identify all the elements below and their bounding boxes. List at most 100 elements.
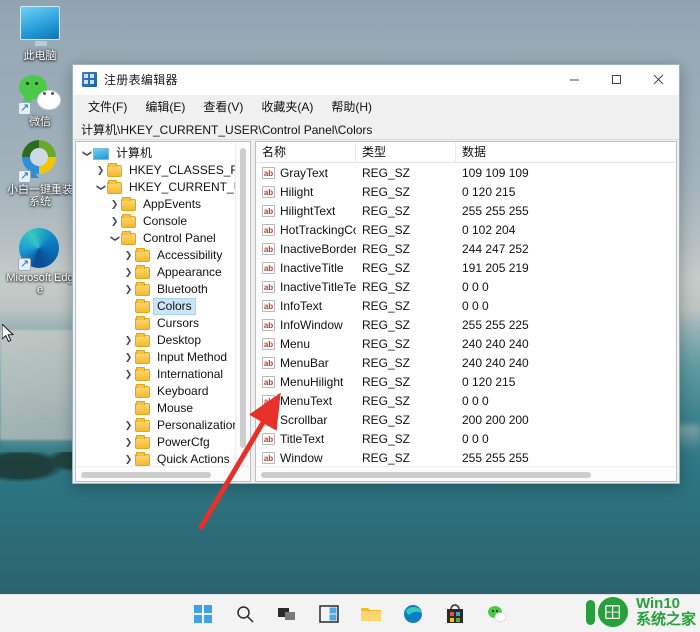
wechat-icon[interactable] <box>485 602 509 626</box>
value-row[interactable]: ab InactiveTitle REG_SZ 191 205 219 <box>256 258 676 277</box>
reinstall-tool-icon <box>18 140 61 183</box>
desktop-icon-this-pc[interactable]: 此电脑 <box>4 6 76 62</box>
value-row[interactable]: ab Menu REG_SZ 240 240 240 <box>256 334 676 353</box>
desktop-icon-edge[interactable]: Microsoft Edge <box>4 228 76 296</box>
widgets-icon[interactable] <box>317 602 341 626</box>
chevron-right-icon[interactable] <box>122 349 135 366</box>
tree-item-colors[interactable]: Colors <box>76 298 250 315</box>
tree-item-hkey-current-user[interactable]: HKEY_CURRENT_USER <box>76 179 250 196</box>
values-horizontal-scrollbar[interactable] <box>256 466 676 481</box>
tree-horizontal-scrollbar[interactable] <box>76 466 250 481</box>
chevron-right-icon[interactable] <box>122 247 135 264</box>
value-row[interactable]: ab TitleText REG_SZ 0 0 0 <box>256 429 676 448</box>
chevron-right-icon[interactable] <box>94 162 107 179</box>
chevron-right-icon[interactable] <box>122 281 135 298</box>
string-value-icon: ab <box>262 394 275 407</box>
maximize-button[interactable] <box>595 65 637 95</box>
chevron-right-icon[interactable] <box>122 366 135 383</box>
value-row[interactable]: ab InfoText REG_SZ 0 0 0 <box>256 296 676 315</box>
column-header-name[interactable]: 名称 <box>256 142 356 163</box>
menu-item-0[interactable]: 文件(F) <box>79 95 136 118</box>
task-view-icon[interactable] <box>275 602 299 626</box>
shortcut-arrow-icon <box>18 258 31 271</box>
registry-values-pane: 名称 类型 数据 ab GrayText REG_SZ 109 109 109 ab Hi… <box>255 141 677 482</box>
watermark-logo-icon <box>583 596 631 628</box>
values-hscroll-thumb[interactable] <box>261 472 591 478</box>
this-pc-monitor-icon <box>19 6 61 48</box>
value-data: 0 0 0 <box>462 393 489 408</box>
tree-scroll-thumb[interactable] <box>240 148 246 448</box>
tree-item-powercfg[interactable]: PowerCfg <box>76 434 250 451</box>
value-name: Hilight <box>280 184 314 199</box>
value-row[interactable]: ab Hilight REG_SZ 0 120 215 <box>256 182 676 201</box>
value-name: Window <box>280 450 323 465</box>
menu-item-3[interactable]: 收藏夹(A) <box>252 95 322 118</box>
value-row[interactable]: ab InactiveBorder REG_SZ 244 247 252 <box>256 239 676 258</box>
tree-item-keyboard[interactable]: Keyboard <box>76 383 250 400</box>
chevron-right-icon[interactable] <box>122 332 135 349</box>
window-titlebar[interactable]: 注册表编辑器 <box>73 65 679 95</box>
start-icon[interactable] <box>191 602 215 626</box>
value-row[interactable]: ab Window REG_SZ 255 255 255 <box>256 448 676 467</box>
string-value-icon: ab <box>262 204 275 217</box>
chevron-right-icon[interactable] <box>122 264 135 281</box>
file-explorer-icon[interactable] <box>359 602 383 626</box>
address-bar[interactable]: 计算机\HKEY_CURRENT_USER\Control Panel\Colo… <box>73 119 679 140</box>
tree-item--[interactable]: 计算机 <box>76 145 250 162</box>
value-row[interactable]: ab Scrollbar REG_SZ 200 200 200 <box>256 410 676 429</box>
chevron-down-icon[interactable] <box>108 230 121 247</box>
tree-item-desktop[interactable]: Desktop <box>76 332 250 349</box>
chevron-right-icon[interactable] <box>122 417 135 434</box>
tree-body: 计算机 HKEY_CLASSES_ROOT HKEY_CURRENT_USER App… <box>76 142 250 481</box>
value-row[interactable]: ab HotTrackingCo... REG_SZ 0 102 204 <box>256 220 676 239</box>
tree-item-accessibility[interactable]: Accessibility <box>76 247 250 264</box>
tree-item-hkey-classes-root[interactable]: HKEY_CLASSES_ROOT <box>76 162 250 179</box>
menu-item-2[interactable]: 查看(V) <box>194 95 252 118</box>
chevron-right-icon[interactable] <box>122 434 135 451</box>
watermark-line2: 系统之家 <box>635 611 696 628</box>
tree-hscroll-thumb[interactable] <box>81 472 211 478</box>
value-row[interactable]: ab HilightText REG_SZ 255 255 255 <box>256 201 676 220</box>
tree-item-label: PowerCfg <box>157 435 210 449</box>
tree-item-console[interactable]: Console <box>76 213 250 230</box>
tree-item-appearance[interactable]: Appearance <box>76 264 250 281</box>
value-row[interactable]: ab GrayText REG_SZ 109 109 109 <box>256 163 676 182</box>
value-row[interactable]: ab MenuHilight REG_SZ 0 120 215 <box>256 372 676 391</box>
tree-vertical-scrollbar[interactable] <box>235 142 250 466</box>
value-name: InfoWindow <box>280 317 343 332</box>
tree-item-appevents[interactable]: AppEvents <box>76 196 250 213</box>
tree-item-personalization[interactable]: Personalization <box>76 417 250 434</box>
value-row[interactable]: ab MenuText REG_SZ 0 0 0 <box>256 391 676 410</box>
desktop-icon-reinstall-tool[interactable]: 小白一键重装系统 <box>4 140 76 208</box>
search-icon[interactable] <box>233 602 257 626</box>
watermark-text: Win10 系统之家 <box>636 596 696 628</box>
tree-item-bluetooth[interactable]: Bluetooth <box>76 281 250 298</box>
chevron-down-icon[interactable] <box>80 145 93 162</box>
menu-item-1[interactable]: 编辑(E) <box>136 95 194 118</box>
desktop-icon-wechat[interactable]: 微信 <box>4 72 76 128</box>
column-header-data[interactable]: 数据 <box>456 142 676 163</box>
chevron-right-icon[interactable] <box>108 196 121 213</box>
microsoft-store-icon[interactable] <box>443 602 467 626</box>
column-header-type[interactable]: 类型 <box>356 142 456 163</box>
tree-item-mouse[interactable]: Mouse <box>76 400 250 417</box>
close-button[interactable] <box>637 65 679 95</box>
menu-item-4[interactable]: 帮助(H) <box>322 95 381 118</box>
chevron-down-icon[interactable] <box>94 179 107 196</box>
value-name: GrayText <box>280 165 329 180</box>
tree-item-input-method[interactable]: Input Method <box>76 349 250 366</box>
tree-item-label: HKEY_CLASSES_ROOT <box>129 163 250 177</box>
value-name-cell: ab InfoText <box>256 299 356 313</box>
tree-item-cursors[interactable]: Cursors <box>76 315 250 332</box>
tree-item-international[interactable]: International <box>76 366 250 383</box>
folder-icon <box>107 162 122 177</box>
edge-icon[interactable] <box>401 602 425 626</box>
chevron-right-icon[interactable] <box>108 213 121 230</box>
value-row[interactable]: ab InfoWindow REG_SZ 255 255 225 <box>256 315 676 334</box>
value-row[interactable]: ab MenuBar REG_SZ 240 240 240 <box>256 353 676 372</box>
value-row[interactable]: ab InactiveTitleText REG_SZ 0 0 0 <box>256 277 676 296</box>
tree-item-control-panel[interactable]: Control Panel <box>76 230 250 247</box>
minimize-button[interactable] <box>553 65 595 95</box>
value-type: REG_SZ <box>362 393 411 408</box>
value-name-cell: ab MenuBar <box>256 356 356 370</box>
